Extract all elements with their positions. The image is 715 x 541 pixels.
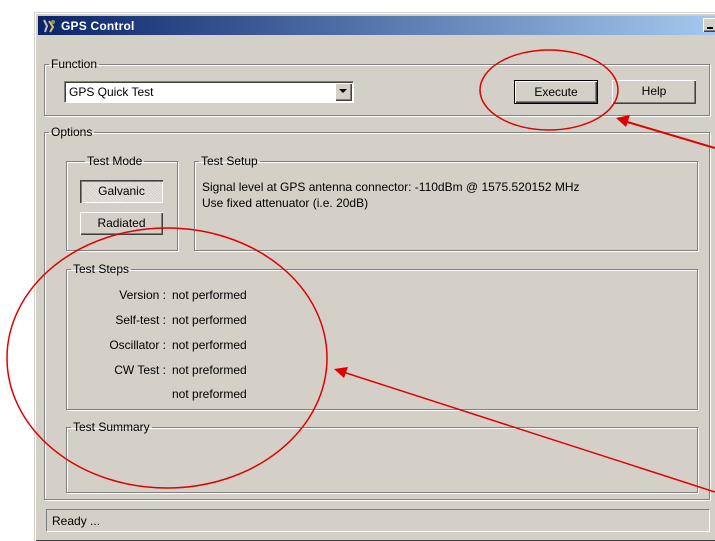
galvanic-button[interactable]: Galvanic — [80, 180, 163, 203]
help-button[interactable]: Help — [612, 80, 696, 104]
test-setup-attenuator-text: Use fixed attenuator (i.e. 20dB) — [202, 196, 369, 210]
test-steps-legend: Test Steps — [73, 262, 130, 276]
minimize-icon — [707, 27, 713, 29]
step-cwtest-label: CW Test : — [114, 363, 166, 377]
test-summary-legend: Test Summary — [73, 420, 150, 434]
test-setup-legend: Test Setup — [201, 154, 258, 168]
galvanic-label: Galvanic — [98, 184, 145, 198]
gps-app-icon — [41, 18, 57, 34]
step-selftest-value: not performed — [172, 313, 247, 327]
status-text: Ready ... — [52, 514, 101, 528]
status-bar: Ready ... — [46, 509, 710, 532]
step-version-label: Version : — [119, 288, 166, 302]
chevron-down-icon — [339, 89, 347, 93]
test-setup-signal-text: Signal level at GPS antenna connector: -… — [202, 180, 580, 194]
help-label: Help — [641, 84, 667, 98]
test-steps-group: Test Steps — [66, 263, 698, 410]
function-select-value: GPS Quick Test — [69, 85, 154, 99]
function-legend: Function — [51, 57, 98, 71]
test-mode-group: Test Mode — [66, 155, 178, 251]
window-title: GPS Control — [61, 18, 135, 33]
radiated-button[interactable]: Radiated — [80, 212, 163, 235]
step-cwtest-value: not preformed — [172, 363, 247, 377]
function-select[interactable]: GPS Quick Test — [64, 81, 354, 103]
radiated-label: Radiated — [97, 216, 146, 230]
execute-label: Execute — [534, 85, 578, 99]
step-oscillator-value: not performed — [172, 338, 247, 352]
test-mode-legend: Test Mode — [87, 154, 143, 168]
options-legend: Options — [51, 125, 93, 139]
execute-button[interactable]: Execute — [514, 80, 598, 104]
step-extra-value: not preformed — [172, 387, 247, 401]
title-bar[interactable]: GPS Control — [38, 16, 715, 35]
step-version-value: not performed — [172, 288, 247, 302]
step-oscillator-label: Oscillator : — [109, 338, 166, 352]
dropdown-button[interactable] — [335, 83, 352, 101]
minimize-button[interactable] — [703, 18, 715, 32]
test-summary-group: Test Summary — [66, 421, 698, 493]
step-selftest-label: Self-test : — [115, 313, 166, 327]
